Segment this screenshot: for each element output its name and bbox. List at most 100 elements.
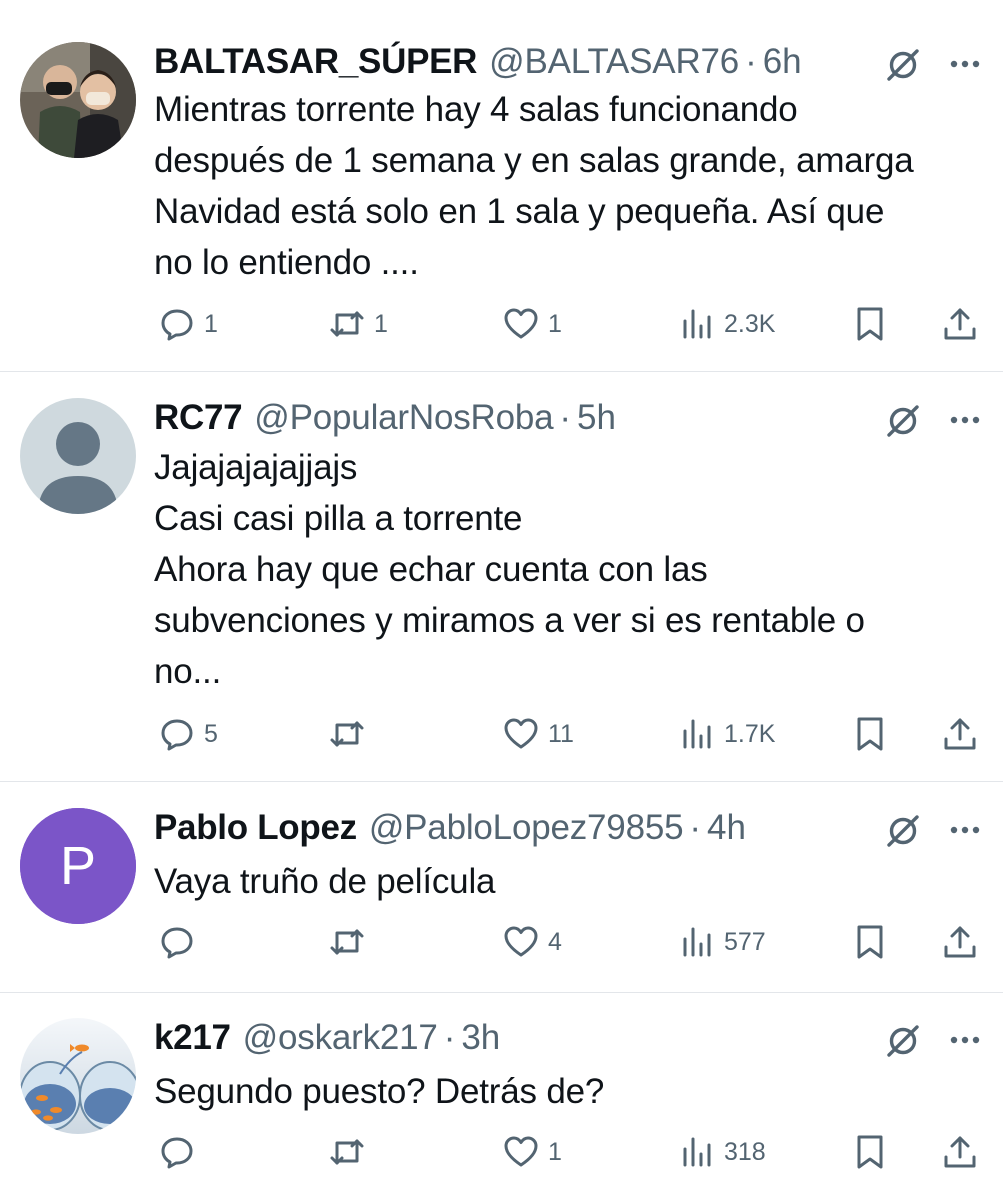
user-handle[interactable]: @oskark217 [243,1018,438,1058]
reply-count: 5 [204,719,218,748]
tweet-text: Jajajajajajjajs Casi casi pilla a torren… [154,448,865,691]
view-count: 2.3K [724,309,776,338]
heart-icon [504,1136,538,1167]
separator-dot: · [689,808,702,847]
reply-icon [161,719,193,751]
retweet-button[interactable] [328,922,374,962]
tweet[interactable]: k217 @oskark217 · 3h Segundo puesto? Det… [0,1018,1003,1188]
retweet-icon [330,1139,364,1165]
grok-icon[interactable] [882,810,924,852]
views-icon [683,927,711,957]
bookmark-button[interactable] [851,1132,889,1172]
retweet-count: 1 [374,309,388,338]
views-icon [683,719,711,749]
view-count: 577 [724,927,766,956]
grok-icon[interactable] [882,44,924,86]
more-icon[interactable] [945,44,985,84]
more-icon[interactable] [945,810,985,850]
timestamp[interactable]: 3h [461,1018,500,1058]
reply-icon [161,309,193,341]
reply-button[interactable]: 1 [158,304,218,344]
tweet-actions: 4 577 [0,922,1003,962]
reply-icon [161,927,193,959]
bookmark-button[interactable] [851,922,889,962]
tweet-text: Vaya truño de película [154,862,496,901]
tweet-header: BALTASAR_SÚPER @BALTASAR76 · 6h [154,42,802,82]
display-name[interactable]: RC77 [154,398,243,438]
separator-dot: · [559,398,572,437]
share-icon [944,1136,976,1168]
retweet-button[interactable]: 1 [328,304,388,344]
avatar[interactable] [20,42,136,158]
reply-icon [161,1137,193,1169]
views-button[interactable]: 2.3K [678,304,775,344]
avatar[interactable] [20,1018,136,1134]
bookmark-button[interactable] [851,304,889,344]
retweet-button[interactable] [328,1132,374,1172]
views-icon [683,309,711,339]
reply-button[interactable] [158,1132,204,1172]
avatar[interactable] [20,398,136,514]
share-button[interactable] [941,714,979,754]
divider [0,781,1003,782]
separator-dot: · [745,42,757,81]
avatar[interactable]: P [20,808,136,924]
bookmark-button[interactable] [851,714,889,754]
share-button[interactable] [941,922,979,962]
tweet[interactable]: P Pablo Lopez @PabloLopez79855 · 4h Vaya… [0,808,1003,968]
share-button[interactable] [941,304,979,344]
like-button[interactable]: 1 [502,304,562,344]
heart-icon [504,718,538,749]
views-button[interactable]: 318 [678,1132,766,1172]
like-count: 11 [548,719,574,748]
reply-count: 1 [204,309,218,338]
tweet-actions: 1 1 1 2.3K [0,304,1003,344]
like-count: 1 [548,1137,562,1166]
like-button[interactable]: 4 [502,922,562,962]
tweet-text: Segundo puesto? Detrás de? [154,1072,605,1111]
share-icon [944,926,976,958]
tweet[interactable]: RC77 @PopularNosRoba · 5h Jajajajajajjaj… [0,398,1003,758]
views-icon [683,1137,711,1167]
like-count: 1 [548,309,562,338]
timestamp[interactable]: 5h [577,398,616,438]
tweet[interactable]: BALTASAR_SÚPER @BALTASAR76 · 6h Mientras… [0,42,1003,342]
timestamp[interactable]: 4h [707,808,746,848]
retweet-icon [330,721,364,747]
like-count: 4 [548,927,562,956]
bookmark-icon [857,925,883,959]
timestamp[interactable]: 6h [763,42,802,82]
display-name[interactable]: BALTASAR_SÚPER [154,42,477,82]
tweet-actions: 5 11 1.7K [0,714,1003,754]
views-button[interactable]: 1.7K [678,714,775,754]
share-button[interactable] [941,1132,979,1172]
user-handle[interactable]: @BALTASAR76 [489,42,739,82]
share-icon [944,718,976,750]
grok-icon[interactable] [882,400,924,442]
view-count: 1.7K [724,719,776,748]
views-button[interactable]: 577 [678,922,766,962]
user-handle[interactable]: @PabloLopez79855 [369,808,684,848]
like-button[interactable]: 11 [502,714,574,754]
retweet-icon [330,311,364,337]
separator-dot: · [443,1018,456,1057]
retweet-button[interactable] [328,714,374,754]
reply-button[interactable]: 5 [158,714,218,754]
reply-feed: BALTASAR_SÚPER @BALTASAR76 · 6h Mientras… [0,0,1003,1200]
retweet-icon [330,929,364,955]
heart-icon [504,926,538,957]
tweet-text: Mientras torrente hay 4 salas funcionand… [154,90,914,282]
display-name[interactable]: Pablo Lopez [154,808,357,848]
bookmark-icon [857,307,883,341]
more-icon[interactable] [945,1020,985,1060]
reply-button[interactable] [158,922,204,962]
display-name[interactable]: k217 [154,1018,231,1058]
like-button[interactable]: 1 [502,1132,562,1172]
more-icon[interactable] [945,400,985,440]
bookmark-icon [857,717,883,751]
user-handle[interactable]: @PopularNosRoba [254,398,553,438]
tweet-actions: 1 318 [0,1132,1003,1172]
grok-icon[interactable] [882,1020,924,1062]
divider [0,992,1003,993]
heart-icon [504,308,538,339]
